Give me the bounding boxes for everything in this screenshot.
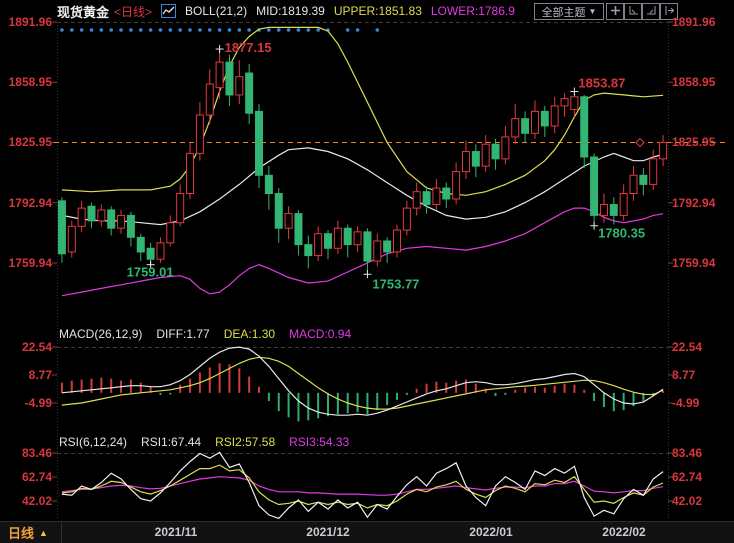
macd-histogram (62, 363, 663, 421)
boll-upper-value: UPPER:1851.83 (334, 4, 422, 18)
macd-diff-value: DIFF:1.77 (156, 327, 209, 341)
x-axis-date: 2022/01 (456, 525, 526, 539)
price-axis-label: 1858.95 (672, 75, 732, 89)
rsi2-value: RSI2:57.58 (215, 435, 275, 449)
rsi-axis-label: 62.74 (672, 470, 732, 484)
macd-axis-label: -4.99 (0, 396, 52, 410)
price-annotation: 1753.77 (372, 276, 419, 291)
x-axis-date: 2022/02 (589, 525, 659, 539)
candlesticks (58, 49, 666, 274)
macd-dea-value: DEA:1.30 (224, 327, 275, 341)
signal-dots (60, 28, 379, 32)
rsi-axis-label: 42.02 (0, 494, 52, 508)
rsi3-value: RSI3:54.33 (289, 435, 349, 449)
macd-axis-label: -4.99 (672, 396, 732, 410)
macd-title: MACD(26,12,9) (59, 327, 142, 341)
macd-lines (62, 347, 663, 415)
rsi-title: RSI(6,12,24) (59, 435, 127, 449)
macd-axis-label: 8.77 (672, 368, 732, 382)
price-axis-label: 1759.94 (0, 256, 52, 270)
chart-type-icon[interactable] (161, 4, 176, 18)
rsi-axis-label: 62.74 (0, 470, 52, 484)
price-axis-label: 1759.94 (672, 256, 732, 270)
macd-axis-label: 22.54 (0, 340, 52, 354)
price-axis-label: 1858.95 (0, 75, 52, 89)
rsi-axis-label: 83.46 (672, 446, 732, 460)
chart-canvas[interactable]: 1877.15 1853.87 1759.01 1753.77 1780.35 (0, 0, 734, 543)
x-axis-date: 2021/12 (293, 525, 363, 539)
tab-daily[interactable]: 日线 ▲ (0, 522, 62, 543)
boll-indicator-label: BOLL(21,2) (185, 4, 247, 18)
boll-mid-value: MID:1819.39 (256, 4, 325, 18)
price-annotations: 1877.15 1853.87 1759.01 1753.77 1780.35 (127, 40, 645, 291)
current-price-line (54, 139, 728, 147)
price-axis-label: 1792.94 (672, 196, 732, 210)
rsi-axis-label: 83.46 (0, 446, 52, 460)
rsi-axis-label: 42.02 (672, 494, 732, 508)
symbol-period: <日线> (114, 3, 152, 20)
price-annotation: 1759.01 (127, 265, 174, 280)
x-axis-date: 2021/11 (141, 525, 211, 539)
timeline-bar: 日线 ▲ 2021/11 2021/12 2022/01 2022/02 (0, 521, 734, 543)
rsi1-value: RSI1:67.44 (141, 435, 201, 449)
rsi-lines (62, 452, 663, 518)
price-annotation: 1780.35 (598, 226, 645, 241)
boll-lower-value: LOWER:1786.9 (431, 4, 515, 18)
macd-axis-label: 8.77 (0, 368, 52, 382)
macd-header: MACD(26,12,9) DIFF:1.77 DEA:1.30 MACD:0.… (59, 327, 351, 341)
tab-daily-label: 日线 (8, 523, 34, 542)
rsi-header: RSI(6,12,24) RSI1:67.44 RSI2:57.58 RSI3:… (59, 435, 349, 449)
trading-app-window: 1877.15 1853.87 1759.01 1753.77 1780.35 现货黄金… (0, 0, 734, 543)
price-axis-label: 1825.95 (672, 135, 732, 149)
price-annotation: 1853.87 (578, 76, 625, 91)
symbol-name: 现货黄金 (57, 2, 109, 21)
macd-axis-label: 22.54 (672, 340, 732, 354)
price-annotation: 1877.15 (225, 40, 272, 55)
macd-value: MACD:0.94 (289, 327, 351, 341)
price-axis-label: 1792.94 (0, 196, 52, 210)
triangle-up-icon: ▲ (39, 528, 48, 538)
price-axis-label: 1825.95 (0, 135, 52, 149)
chart-header: 现货黄金 <日线> BOLL(21,2) MID:1819.39 UPPER:1… (0, 0, 734, 22)
